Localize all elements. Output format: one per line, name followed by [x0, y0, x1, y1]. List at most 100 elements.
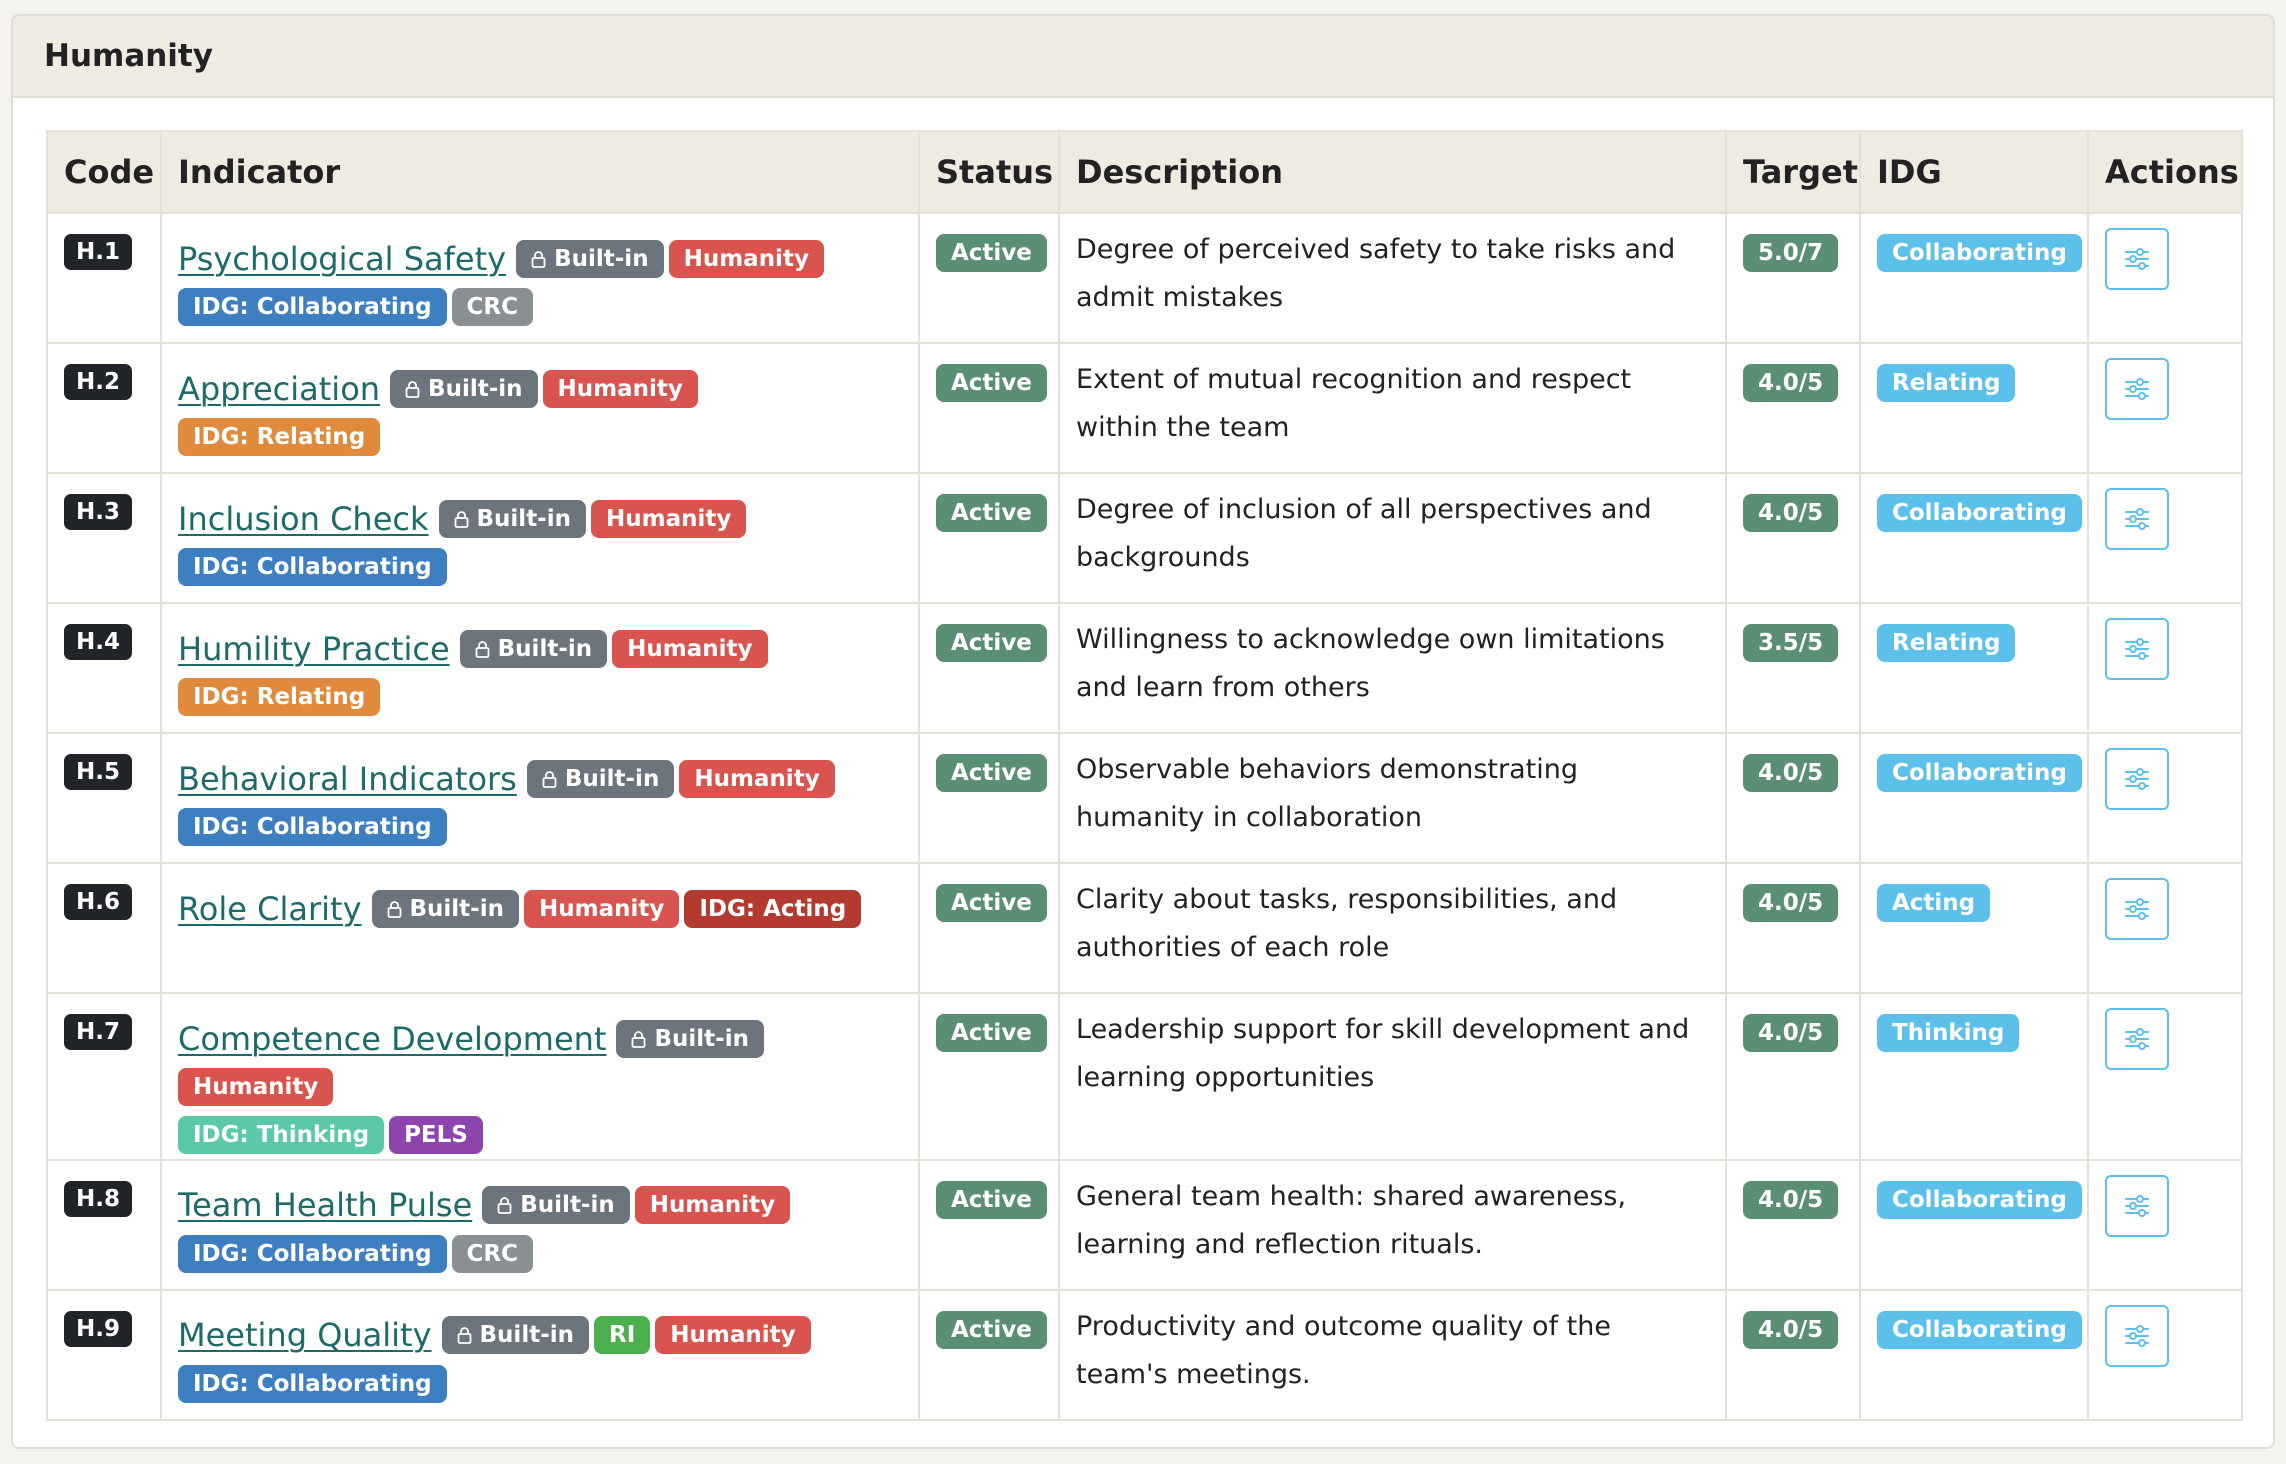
indicator-link[interactable]: Inclusion Check	[178, 500, 429, 538]
cell-status: Active	[918, 472, 1060, 604]
lock-icon	[531, 246, 546, 268]
tag-label: IDG: Acting	[699, 895, 847, 922]
cell-description: General team health: shared awareness, l…	[1058, 1158, 1727, 1291]
cell-idg: Collaborating	[1859, 732, 2089, 864]
tag-label: Built-in	[497, 635, 593, 662]
settings-button[interactable]	[2105, 1174, 2169, 1237]
code-badge: H.8	[64, 1180, 132, 1217]
column-header-description[interactable]: Description	[1058, 130, 1727, 214]
cell-status: Active	[918, 342, 1060, 474]
indicator-link[interactable]: Humility Practice	[178, 630, 450, 668]
cell-idg: Relating	[1859, 342, 2089, 474]
table-body: H.1 Psychological Safety Built-in Humanity I…	[46, 212, 2243, 1421]
lock-icon	[631, 1026, 646, 1048]
table-row: H.3 Inclusion Check Built-in Humanity IDG: C…	[46, 472, 2243, 604]
tag-label: Humanity	[694, 765, 820, 792]
tag-label: CRC	[466, 294, 519, 320]
tag-label: Built-in	[564, 765, 660, 792]
settings-button[interactable]	[2105, 618, 2169, 680]
settings-button[interactable]	[2105, 358, 2169, 420]
tag-label: Humanity	[670, 1322, 796, 1348]
cell-status: Active	[918, 992, 1060, 1161]
column-header-idg[interactable]: IDG	[1859, 130, 2089, 214]
idg-badge: Collaborating	[1877, 234, 2082, 272]
indicator-link[interactable]: Psychological Safety	[178, 240, 506, 278]
cell-indicator: Meeting Quality Built-in RI Humanity IDG: Co…	[160, 1288, 920, 1421]
tag-builtin: Built-in	[616, 1019, 764, 1058]
settings-button[interactable]	[2105, 748, 2169, 810]
tag-label: Built-in	[654, 1025, 749, 1052]
indicator-link[interactable]: Meeting Quality	[178, 1316, 432, 1354]
cell-indicator: Behavioral Indicators Built-in Humanity IDG…	[160, 732, 920, 864]
settings-button[interactable]	[2105, 1304, 2169, 1367]
lock-icon	[475, 636, 490, 658]
tag-crc: CRC	[451, 288, 534, 326]
tag-humanity: Humanity	[612, 629, 768, 668]
column-header-actions: Actions	[2087, 130, 2243, 214]
indicator-link[interactable]: Team Health Pulse	[178, 1186, 472, 1224]
cell-description: Degree of perceived safety to take risks…	[1058, 212, 1727, 344]
tag-ri: RI	[594, 1316, 651, 1354]
tag-label: IDG: Relating	[193, 684, 366, 710]
description-text: General team health: shared awareness, l…	[1076, 1180, 1627, 1260]
table-row: H.6 Role Clarity Built-in Humanity IDG: Acti…	[46, 862, 2243, 994]
cell-status: Active	[918, 732, 1060, 864]
cell-idg: Thinking	[1859, 992, 2089, 1161]
indicator-link[interactable]: Appreciation	[178, 370, 380, 408]
status-badge: Active	[936, 884, 1047, 922]
table-row: H.1 Psychological Safety Built-in Humanity I…	[46, 212, 2243, 344]
indicator-link[interactable]: Competence Development	[178, 1020, 606, 1058]
tag-relating: IDG: Relating	[178, 678, 381, 716]
table-row: H.2 Appreciation Built-in Humanity IDG: Rela…	[46, 342, 2243, 474]
cell-indicator: Appreciation Built-in Humanity IDG: Relatin…	[160, 342, 920, 474]
column-header-target[interactable]: Target	[1725, 130, 1861, 214]
settings-button[interactable]	[2105, 878, 2169, 940]
code-badge: H.2	[64, 364, 132, 400]
column-header-status[interactable]: Status	[918, 130, 1060, 214]
idg-badge: Acting	[1877, 884, 1991, 922]
cell-status: Active	[918, 862, 1060, 994]
cell-description: Extent of mutual recognition and respect…	[1058, 342, 1727, 474]
cell-idg: Collaborating	[1859, 1158, 2089, 1291]
cell-target: 5.0/7	[1725, 212, 1861, 344]
table-row: H.5 Behavioral Indicators Built-in Humanity…	[46, 732, 2243, 864]
tag-label: Humanity	[538, 895, 665, 922]
tag-label: Humanity	[627, 635, 753, 662]
cell-target: 4.0/5	[1725, 862, 1861, 994]
sliders-icon	[2123, 1322, 2151, 1350]
tag-label: Humanity	[606, 505, 732, 532]
cell-actions	[2087, 1288, 2243, 1421]
panel-title: Humanity	[13, 16, 2273, 98]
cell-description: Clarity about tasks, responsibilities, a…	[1058, 862, 1727, 994]
cell-actions	[2087, 472, 2243, 604]
idg-badge: Collaborating	[1877, 754, 2082, 792]
tag-label: Built-in	[479, 1322, 575, 1348]
cell-status: Active	[918, 1158, 1060, 1291]
indicator-link[interactable]: Role Clarity	[178, 890, 362, 928]
tag-label: Humanity	[683, 245, 809, 272]
tag-builtin: Built-in	[482, 1186, 630, 1224]
sliders-icon	[2123, 505, 2151, 533]
status-badge: Active	[936, 1310, 1047, 1349]
lock-icon	[542, 766, 557, 788]
column-header-code[interactable]: Code	[46, 130, 162, 214]
settings-button[interactable]	[2105, 1008, 2169, 1070]
settings-button[interactable]	[2105, 488, 2169, 550]
settings-button[interactable]	[2105, 228, 2169, 290]
tag-collab: IDG: Collaborating	[178, 808, 447, 846]
idg-badge: Collaborating	[1877, 1180, 2082, 1219]
table-header-row: Code Indicator Status Description Target…	[46, 130, 2243, 214]
column-header-indicator[interactable]: Indicator	[160, 130, 920, 214]
tag-label: Built-in	[409, 895, 504, 922]
description-text: Extent of mutual recognition and respect…	[1076, 364, 1632, 443]
target-badge: 4.0/5	[1743, 1014, 1839, 1052]
cell-idg: Collaborating	[1859, 212, 2089, 344]
code-badge: H.4	[64, 624, 132, 660]
indicator-link[interactable]: Behavioral Indicators	[178, 760, 517, 798]
cell-indicator: Competence Development Built-in Humanity ID…	[160, 992, 920, 1161]
cell-code: H.7	[46, 992, 162, 1161]
tag-builtin: Built-in	[390, 369, 538, 408]
target-badge: 4.0/5	[1743, 364, 1839, 402]
lock-icon	[497, 1192, 512, 1214]
tag-label: CRC	[466, 1240, 519, 1267]
